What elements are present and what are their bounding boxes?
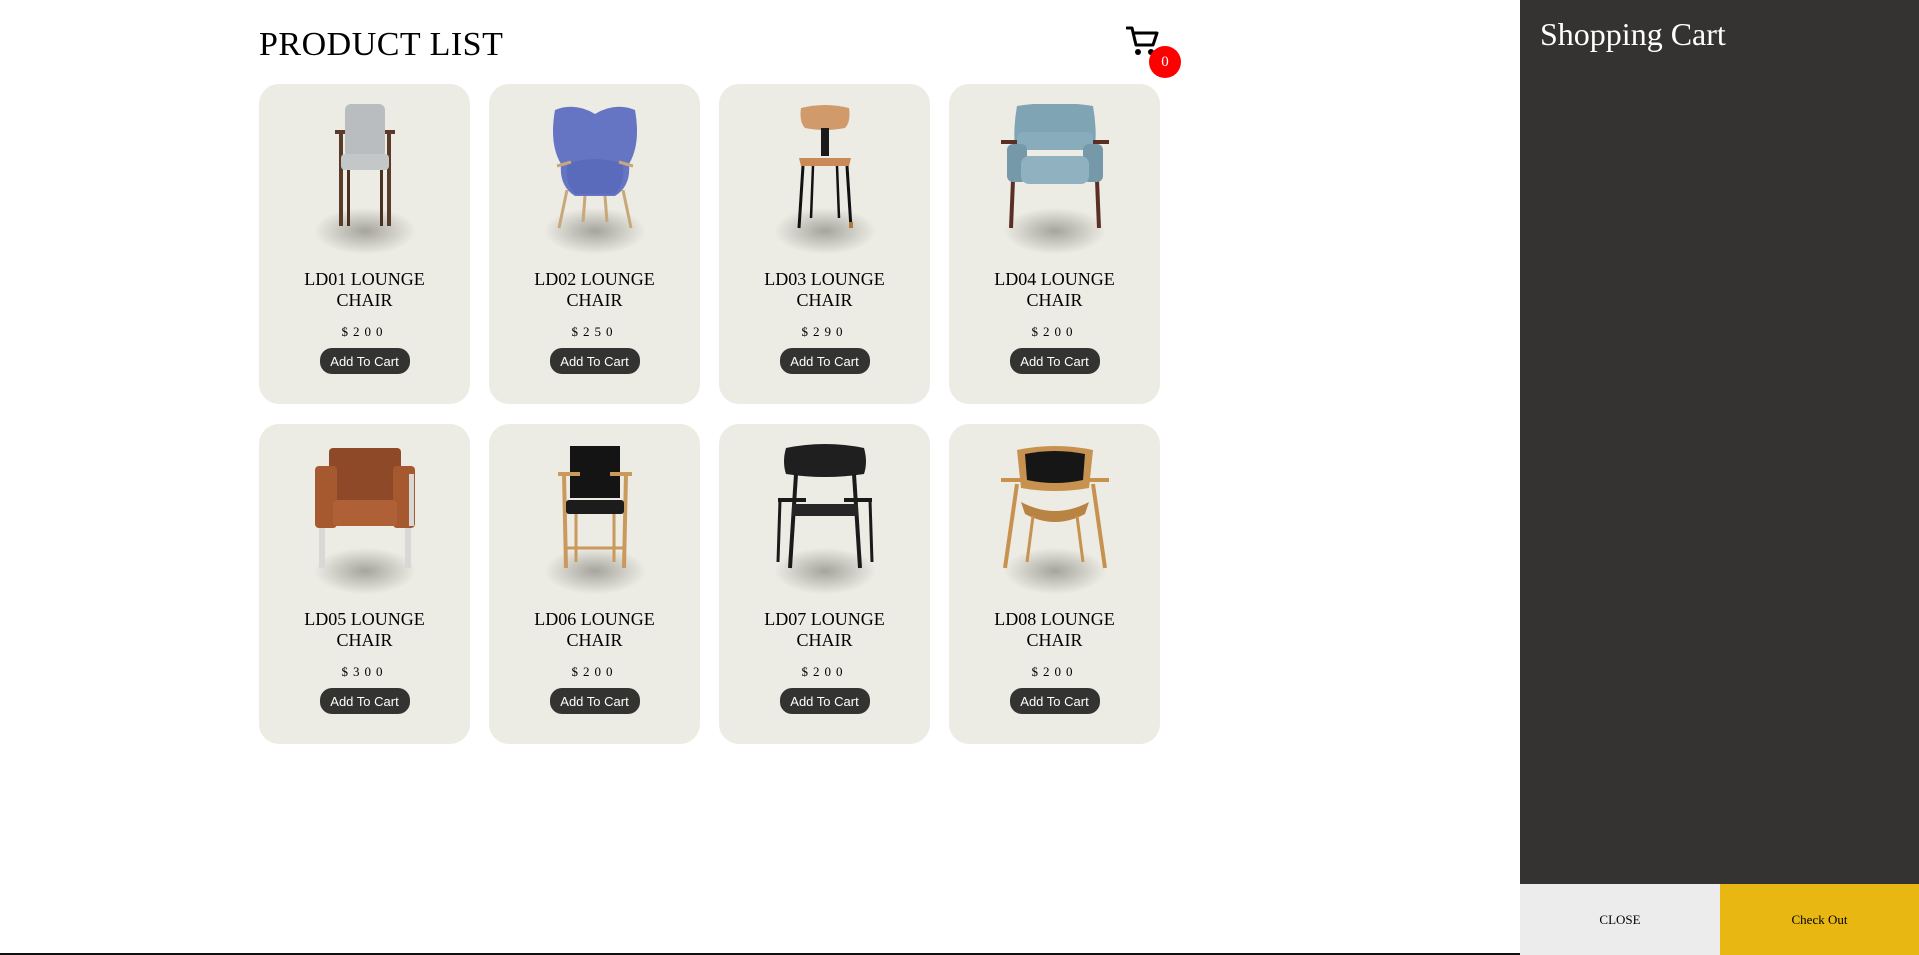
close-button[interactable]: CLOSE (1520, 884, 1720, 955)
product-name: LD06 LOUNGE CHAIR (534, 609, 655, 650)
page-title: PRODUCT LIST (259, 26, 504, 63)
product-price: $290 (801, 324, 848, 339)
product-name: LD01 LOUNGE CHAIR (304, 269, 425, 310)
add-to-cart-button[interactable]: Add To Cart (779, 688, 870, 714)
product-name: LD04 LOUNGE CHAIR (994, 269, 1115, 310)
product-image (755, 444, 895, 594)
product-image (295, 104, 435, 254)
product-card: LD02 LOUNGE CHAIR $250 Add To Cart (489, 84, 700, 404)
product-card: LD07 LOUNGE CHAIR $200 Add To Cart (719, 424, 930, 744)
checkout-button[interactable]: Check Out (1720, 884, 1919, 955)
add-to-cart-button[interactable]: Add To Cart (549, 348, 640, 374)
product-name: LD02 LOUNGE CHAIR (534, 269, 655, 310)
product-price: $200 (801, 664, 848, 679)
product-price: $200 (1031, 664, 1078, 679)
product-card: LD03 LOUNGE CHAIR $290 Add To Cart (719, 84, 930, 404)
product-name: LD07 LOUNGE CHAIR (764, 609, 885, 650)
add-to-cart-button[interactable]: Add To Cart (1009, 688, 1100, 714)
product-name: LD08 LOUNGE CHAIR (994, 609, 1115, 650)
product-name: LD03 LOUNGE CHAIR (764, 269, 885, 310)
product-price: $300 (341, 664, 388, 679)
add-to-cart-button[interactable]: Add To Cart (549, 688, 640, 714)
product-image (755, 104, 895, 254)
product-card: LD04 LOUNGE CHAIR $200 Add To Cart (949, 84, 1160, 404)
cart-toggle-button[interactable]: 0 (1126, 22, 1181, 78)
product-image (295, 444, 435, 594)
product-price: $200 (1031, 324, 1078, 339)
product-card: LD05 LOUNGE CHAIR $300 Add To Cart (259, 424, 470, 744)
product-image (525, 104, 665, 254)
product-card: LD06 LOUNGE CHAIR $200 Add To Cart (489, 424, 700, 744)
add-to-cart-button[interactable]: Add To Cart (1009, 348, 1100, 374)
product-image (985, 444, 1125, 594)
product-price: $200 (341, 324, 388, 339)
product-name: LD05 LOUNGE CHAIR (304, 609, 425, 650)
product-card: LD01 LOUNGE CHAIR $200 Add To Cart (259, 84, 470, 404)
product-price: $200 (571, 664, 618, 679)
product-image (525, 444, 665, 594)
product-grid: LD01 LOUNGE CHAIR $200 Add To Cart LD02 … (259, 84, 1160, 744)
product-price: $250 (571, 324, 618, 339)
shopping-cart-panel: Shopping Cart CLOSE Check Out (1520, 0, 1919, 955)
cart-title: Shopping Cart (1540, 16, 1726, 52)
product-card: LD08 LOUNGE CHAIR $200 Add To Cart (949, 424, 1160, 744)
cart-items-list (1520, 70, 1919, 880)
product-image (985, 104, 1125, 254)
add-to-cart-button[interactable]: Add To Cart (319, 688, 410, 714)
cart-count-badge: 0 (1149, 46, 1181, 78)
add-to-cart-button[interactable]: Add To Cart (319, 348, 410, 374)
add-to-cart-button[interactable]: Add To Cart (779, 348, 870, 374)
